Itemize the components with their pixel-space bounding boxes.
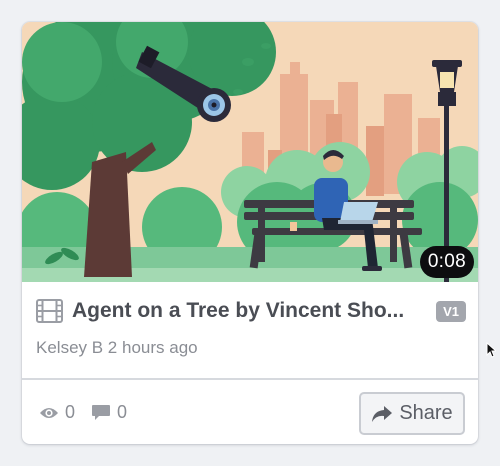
video-thumbnail[interactable]: 0:08: [22, 22, 478, 282]
card-footer: 0 0 Share: [22, 382, 478, 444]
comment-count: 0: [91, 402, 127, 423]
comment-icon: [92, 405, 110, 420]
thumbnail-illustration: [22, 22, 478, 282]
view-count-value: 0: [65, 402, 76, 422]
share-button-label: Share: [399, 402, 453, 424]
video-info: Agent on a Tree by Vincent Sho... V1 Kel…: [22, 282, 478, 380]
title-row: Agent on a Tree by Vincent Sho... V1: [36, 296, 466, 326]
duration-badge: 0:08: [419, 246, 474, 278]
mouse-cursor-icon: [486, 342, 496, 358]
view-count: 0: [39, 402, 75, 423]
share-arrow-icon: [372, 405, 393, 422]
video-title[interactable]: Agent on a Tree by Vincent Sho...: [72, 299, 426, 323]
comment-count-value: 0: [117, 402, 128, 422]
video-card: 0:08 Agent on a Tree by Vincent Sho... V…: [22, 22, 478, 444]
version-badge: V1: [436, 300, 466, 322]
eye-icon: [40, 407, 58, 418]
share-button[interactable]: Share: [359, 392, 465, 435]
video-meta: Kelsey B 2 hours ago: [36, 338, 198, 357]
film-icon: [36, 299, 63, 323]
